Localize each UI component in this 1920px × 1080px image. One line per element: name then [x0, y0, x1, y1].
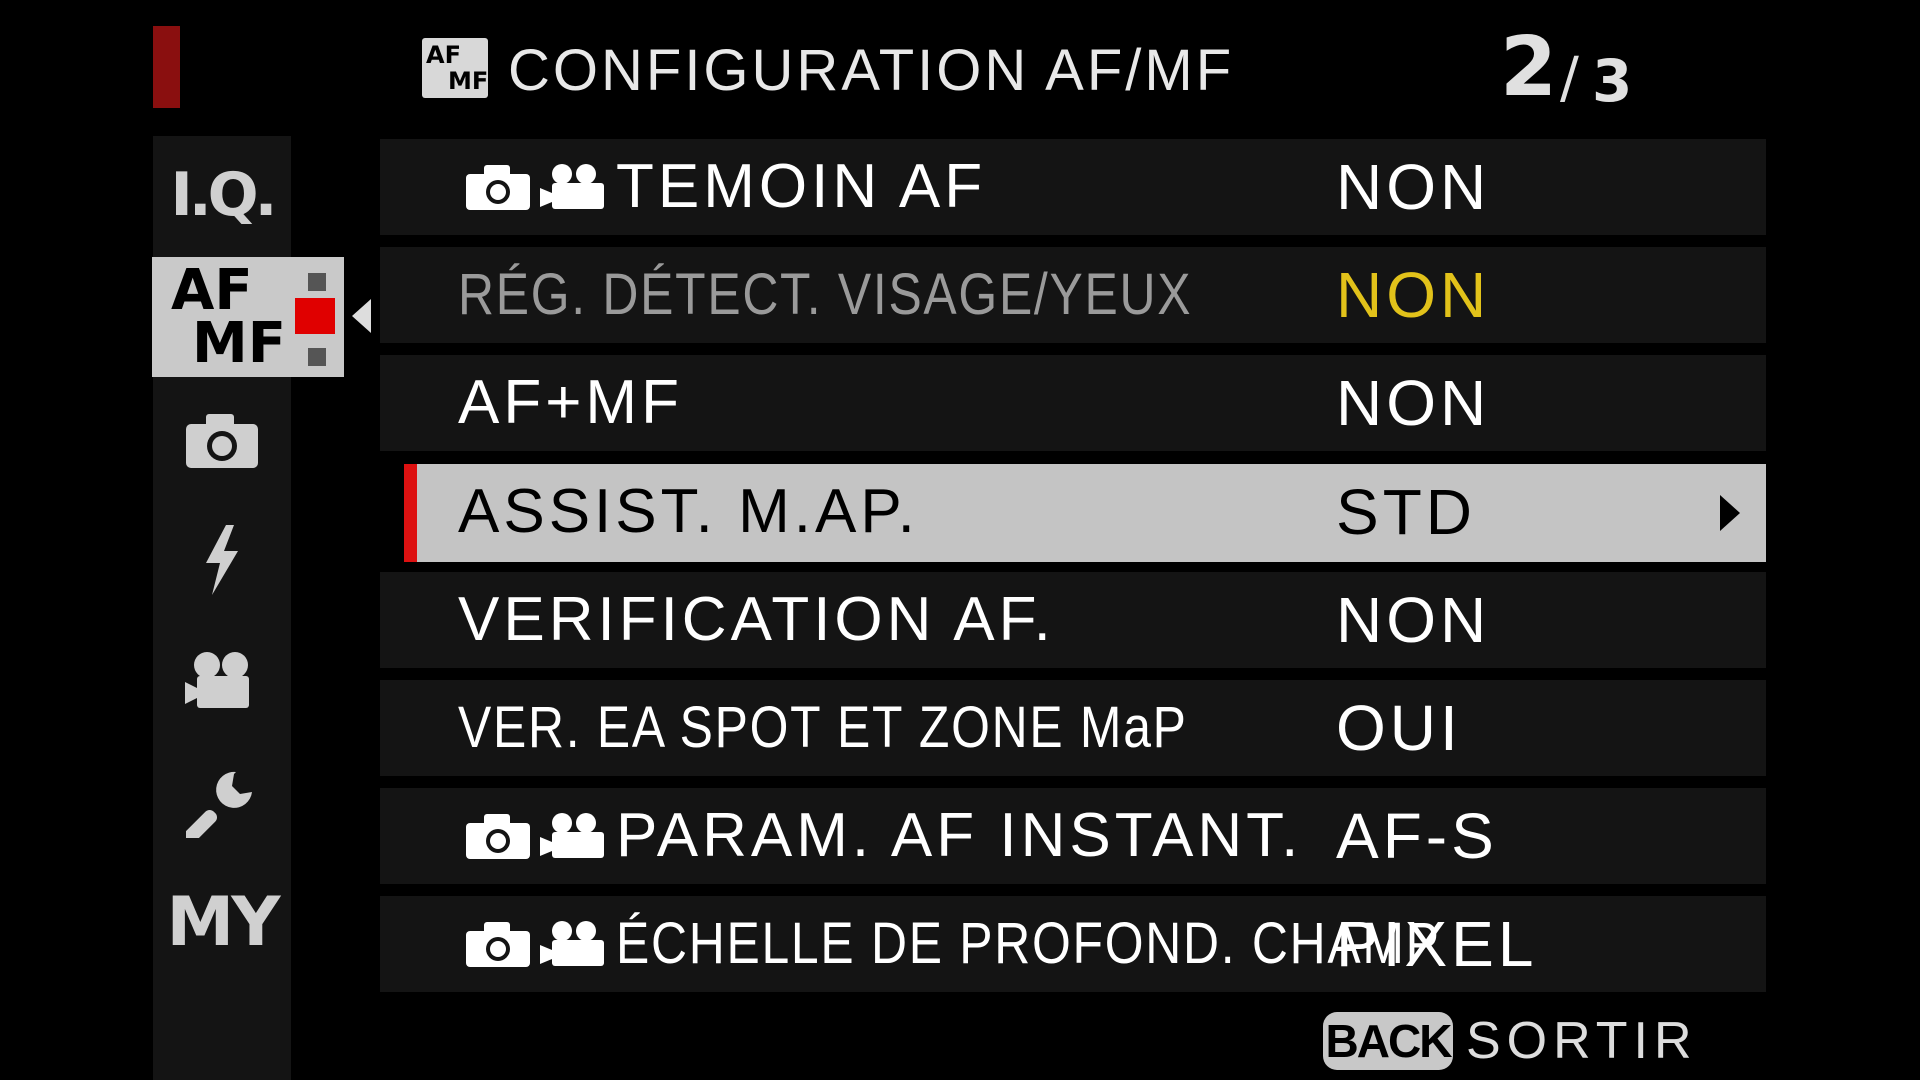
movie-icon [540, 164, 604, 209]
menu-tab-indicator [153, 26, 180, 108]
menu-row-af-illuminator[interactable]: TEMOIN AF NON [380, 139, 1766, 235]
menu-row-value: NON [1336, 367, 1491, 439]
menu-row-label: ASSIST. M.AP. [458, 477, 919, 546]
selection-marker [404, 464, 417, 562]
menu-row-value: STD [1336, 476, 1476, 548]
page-total: 3 [1592, 47, 1633, 115]
header-icon-af: AF [426, 41, 461, 69]
menu-row-value: AF-S [1336, 800, 1498, 872]
menu-row-value: NON [1336, 259, 1491, 331]
mode-icons [464, 139, 608, 235]
movie-icon [540, 921, 604, 966]
sidebar-item-shooting[interactable] [153, 390, 291, 490]
menu-row-label: ÉCHELLE DE PROFOND. CHAMP [616, 911, 1441, 976]
menu-row-instant-af-setting[interactable]: PARAM. AF INSTANT. AF-S [380, 788, 1766, 884]
menu-row-label: RÉG. DÉTECT. VISAGE/YEUX [458, 262, 1193, 327]
sidebar-item-image-quality[interactable]: I.Q. [153, 145, 291, 245]
mode-icons [464, 896, 608, 992]
menu-row-label: AF+MF [458, 368, 683, 437]
wrench-icon [186, 771, 252, 838]
mode-icons [464, 788, 608, 884]
page-current: 2 [1500, 20, 1558, 115]
menu-row-af-mf[interactable]: AF+MF NON [380, 355, 1766, 451]
menu-row-face-eye-detection: RÉG. DÉTECT. VISAGE/YEUX NON [380, 247, 1766, 343]
sidebar-item-flash[interactable] [153, 510, 291, 610]
movie-icon [540, 813, 604, 858]
page-dot-active-icon [295, 298, 335, 334]
page-dot-icon [308, 273, 326, 291]
menu-row-mf-assist[interactable]: ASSIST. M.AP. STD [404, 464, 1766, 562]
menu-row-label: PARAM. AF INSTANT. [616, 801, 1303, 870]
menu-row-label: TEMOIN AF [616, 152, 987, 221]
menu-row-label: VER. EA SPOT ET ZONE MaP [458, 695, 1188, 760]
camera-icon [466, 165, 530, 210]
camera-icon [466, 814, 530, 859]
sidebar-item-movie[interactable] [153, 630, 291, 730]
header-icon-mf: MF [448, 67, 489, 95]
page-title: CONFIGURATION AF/MF [508, 38, 1235, 103]
menu-row-af-check[interactable]: VERIFICATION AF. NON [380, 572, 1766, 668]
menu-row-value: OUI [1336, 692, 1462, 764]
sidebar-item-label-mf: MF [192, 311, 286, 376]
menu-row-label: VERIFICATION AF. [458, 585, 1055, 654]
submenu-arrow-icon[interactable] [1720, 495, 1740, 531]
exit-label: SORTIR [1466, 1012, 1698, 1070]
menu-row-value: PIXEL [1336, 908, 1538, 980]
selected-tab-arrow-icon [352, 299, 371, 333]
af-mf-header-icon: AF MF [422, 38, 488, 98]
flash-icon [206, 525, 238, 595]
sidebar-item-my-menu[interactable]: MY [153, 872, 291, 972]
back-button[interactable]: BACK [1323, 1012, 1453, 1070]
movie-icon [185, 652, 249, 708]
menu-row-spot-ae-focus-area[interactable]: VER. EA SPOT ET ZONE MaP OUI [380, 680, 1766, 776]
page-separator: / [1560, 46, 1579, 111]
sidebar-item-setup[interactable] [153, 752, 291, 852]
sidebar-item-label: MY [166, 882, 281, 962]
menu-row-value: NON [1336, 584, 1491, 656]
sidebar-item-af-mf[interactable]: AF MF [152, 257, 344, 377]
page-dot-icon [308, 348, 326, 366]
sidebar-item-label: I.Q. [170, 160, 278, 230]
menu-row-value: NON [1336, 151, 1491, 223]
camera-icon [466, 922, 530, 967]
menu-row-depth-of-field-scale[interactable]: ÉCHELLE DE PROFOND. CHAMP PIXEL [380, 896, 1766, 992]
camera-icon [186, 414, 258, 468]
